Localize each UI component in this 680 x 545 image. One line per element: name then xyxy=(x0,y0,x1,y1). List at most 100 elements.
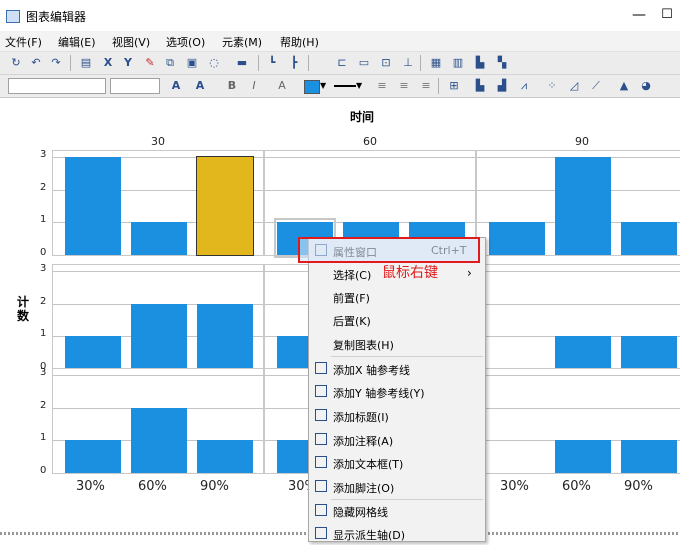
bar-chart-icon[interactable]: ▙ xyxy=(472,78,488,94)
title-bar: 图表编辑器 — ☐ xyxy=(0,0,680,31)
annotation-icon[interactable]: ⊡ xyxy=(378,55,394,71)
bar[interactable] xyxy=(197,440,253,473)
menu-elements[interactable]: 元素(M) xyxy=(222,34,262,50)
bar[interactable] xyxy=(489,222,545,255)
y-tick-label: 2 xyxy=(40,181,47,193)
context-menu-item[interactable]: 添加标题(I) xyxy=(309,405,485,427)
column-title: 90 xyxy=(575,135,589,148)
bar[interactable] xyxy=(621,222,677,255)
grid-line xyxy=(477,303,680,305)
context-menu-item[interactable]: 添加Y 轴参考线(Y) xyxy=(309,381,485,403)
context-menu-label: 添加标题(I) xyxy=(333,411,389,424)
area-chart-icon[interactable]: ◿ xyxy=(566,78,582,94)
lasso-icon[interactable]: ◌ xyxy=(206,55,222,71)
undo-icon[interactable]: ↶ xyxy=(28,55,44,71)
align-right-icon[interactable]: ≡ xyxy=(418,78,434,94)
title-icon[interactable]: ⊏ xyxy=(334,55,350,71)
context-menu-item[interactable]: 添加文本框(T) xyxy=(309,452,485,474)
title-icon xyxy=(315,409,327,421)
context-menu-item[interactable]: 隐藏网格线 xyxy=(309,500,485,522)
chart-panel[interactable] xyxy=(52,368,264,474)
show-axis-icon[interactable]: ▥ xyxy=(450,55,466,71)
font-name-field[interactable] xyxy=(8,78,106,94)
chevron-right-icon: › xyxy=(467,266,472,280)
increase-font-button[interactable]: A xyxy=(168,78,184,94)
decrease-font-button[interactable]: A xyxy=(192,78,208,94)
align-center-icon[interactable]: ≡ xyxy=(396,78,412,94)
duplicate-icon[interactable]: ⧉ xyxy=(162,55,178,71)
y-tick-label: 1 xyxy=(40,214,47,226)
scatter-icon[interactable]: ⁘ xyxy=(544,78,560,94)
footnote-icon[interactable]: ⊥ xyxy=(400,55,416,71)
grid-icon[interactable]: ▦ xyxy=(428,55,444,71)
menu-bar: 文件(F) 编辑(E) 视图(V) 选项(O) 元素(M) 帮助(H) xyxy=(0,31,680,52)
bar[interactable] xyxy=(131,222,187,255)
y-axis-icon[interactable]: Y xyxy=(120,55,136,71)
bar[interactable] xyxy=(65,336,121,369)
context-menu-item[interactable]: 后置(K) xyxy=(309,309,485,331)
menu-help[interactable]: 帮助(H) xyxy=(280,34,319,50)
align-left-icon[interactable]: ≡ xyxy=(374,78,390,94)
bar[interactable] xyxy=(197,303,253,369)
fill-color-swatch[interactable] xyxy=(304,80,320,94)
line-chart-icon[interactable]: ⩘ xyxy=(516,78,532,94)
maximize-button[interactable]: ☐ xyxy=(656,5,678,25)
pie-icon[interactable]: ◕ xyxy=(638,78,654,94)
delete-icon[interactable]: ▣ xyxy=(184,55,200,71)
text-style-button[interactable]: A xyxy=(274,78,290,94)
bar[interactable] xyxy=(621,336,677,369)
bar[interactable] xyxy=(555,336,611,369)
chart-panel[interactable] xyxy=(52,150,264,256)
ref-y-icon[interactable]: ┣ xyxy=(286,55,302,71)
chart-panel[interactable] xyxy=(476,368,680,474)
bar[interactable] xyxy=(131,407,187,473)
x-axis-icon[interactable]: X xyxy=(100,55,116,71)
distribution-icon[interactable]: ▚ xyxy=(494,55,510,71)
line-color-swatch[interactable] xyxy=(334,85,356,87)
chart-panel[interactable] xyxy=(476,264,680,370)
menu-edit[interactable]: 编辑(E) xyxy=(58,34,96,50)
bar[interactable] xyxy=(131,303,187,369)
histogram-icon[interactable]: ▟ xyxy=(494,78,510,94)
context-menu-item[interactable]: 添加X 轴参考线 xyxy=(309,358,485,380)
bar[interactable] xyxy=(65,440,121,473)
redo-icon[interactable]: ↷ xyxy=(48,55,64,71)
context-menu-item[interactable]: 添加注释(A) xyxy=(309,429,485,451)
textbox-icon[interactable]: ▭ xyxy=(356,55,372,71)
chart-panel[interactable] xyxy=(476,150,680,256)
bar[interactable] xyxy=(621,440,677,473)
column-title: 30 xyxy=(151,135,165,148)
context-menu-item[interactable]: 添加脚注(O) xyxy=(309,476,485,498)
bar[interactable] xyxy=(555,157,611,255)
chart-panel[interactable] xyxy=(52,264,264,370)
legend-icon[interactable]: ▙ xyxy=(472,55,488,71)
ref-x-icon[interactable]: ┗ xyxy=(264,55,280,71)
comment-icon[interactable]: ▬ xyxy=(234,55,250,71)
line-fit-icon[interactable]: ⟋ xyxy=(588,78,604,94)
minimize-button[interactable]: — xyxy=(628,5,650,25)
menu-file[interactable]: 文件(F) xyxy=(5,34,42,50)
y-tick-label: 2 xyxy=(40,295,47,307)
x-tick-label: 30% xyxy=(76,479,105,494)
bar[interactable] xyxy=(555,440,611,473)
bar[interactable] xyxy=(196,156,254,256)
edit-icon[interactable]: ✎ xyxy=(142,55,158,71)
toolbar-separator xyxy=(308,55,309,71)
font-size-field[interactable] xyxy=(110,78,160,94)
menu-options[interactable]: 选项(O) xyxy=(166,34,205,50)
refresh-icon[interactable]: ↻ xyxy=(8,55,24,71)
context-menu-item[interactable]: 前置(F) xyxy=(309,286,485,308)
properties-icon[interactable]: ▤ xyxy=(78,55,94,71)
context-menu-item[interactable]: 复制图表(H) xyxy=(309,333,485,355)
italic-button[interactable]: I xyxy=(246,78,262,94)
chevron-down-icon[interactable]: ▼ xyxy=(320,81,326,90)
context-menu-item[interactable]: 显示派生轴(D) xyxy=(309,523,485,545)
frame-icon[interactable]: ⊞ xyxy=(446,78,462,94)
bold-button[interactable]: B xyxy=(224,78,240,94)
hilo-icon[interactable]: ▲ xyxy=(616,78,632,94)
highlighted-menu-item xyxy=(298,237,480,263)
chevron-down-icon[interactable]: ▼ xyxy=(356,81,362,90)
grid-line xyxy=(477,375,680,376)
bar[interactable] xyxy=(65,157,121,255)
menu-view[interactable]: 视图(V) xyxy=(112,34,150,50)
